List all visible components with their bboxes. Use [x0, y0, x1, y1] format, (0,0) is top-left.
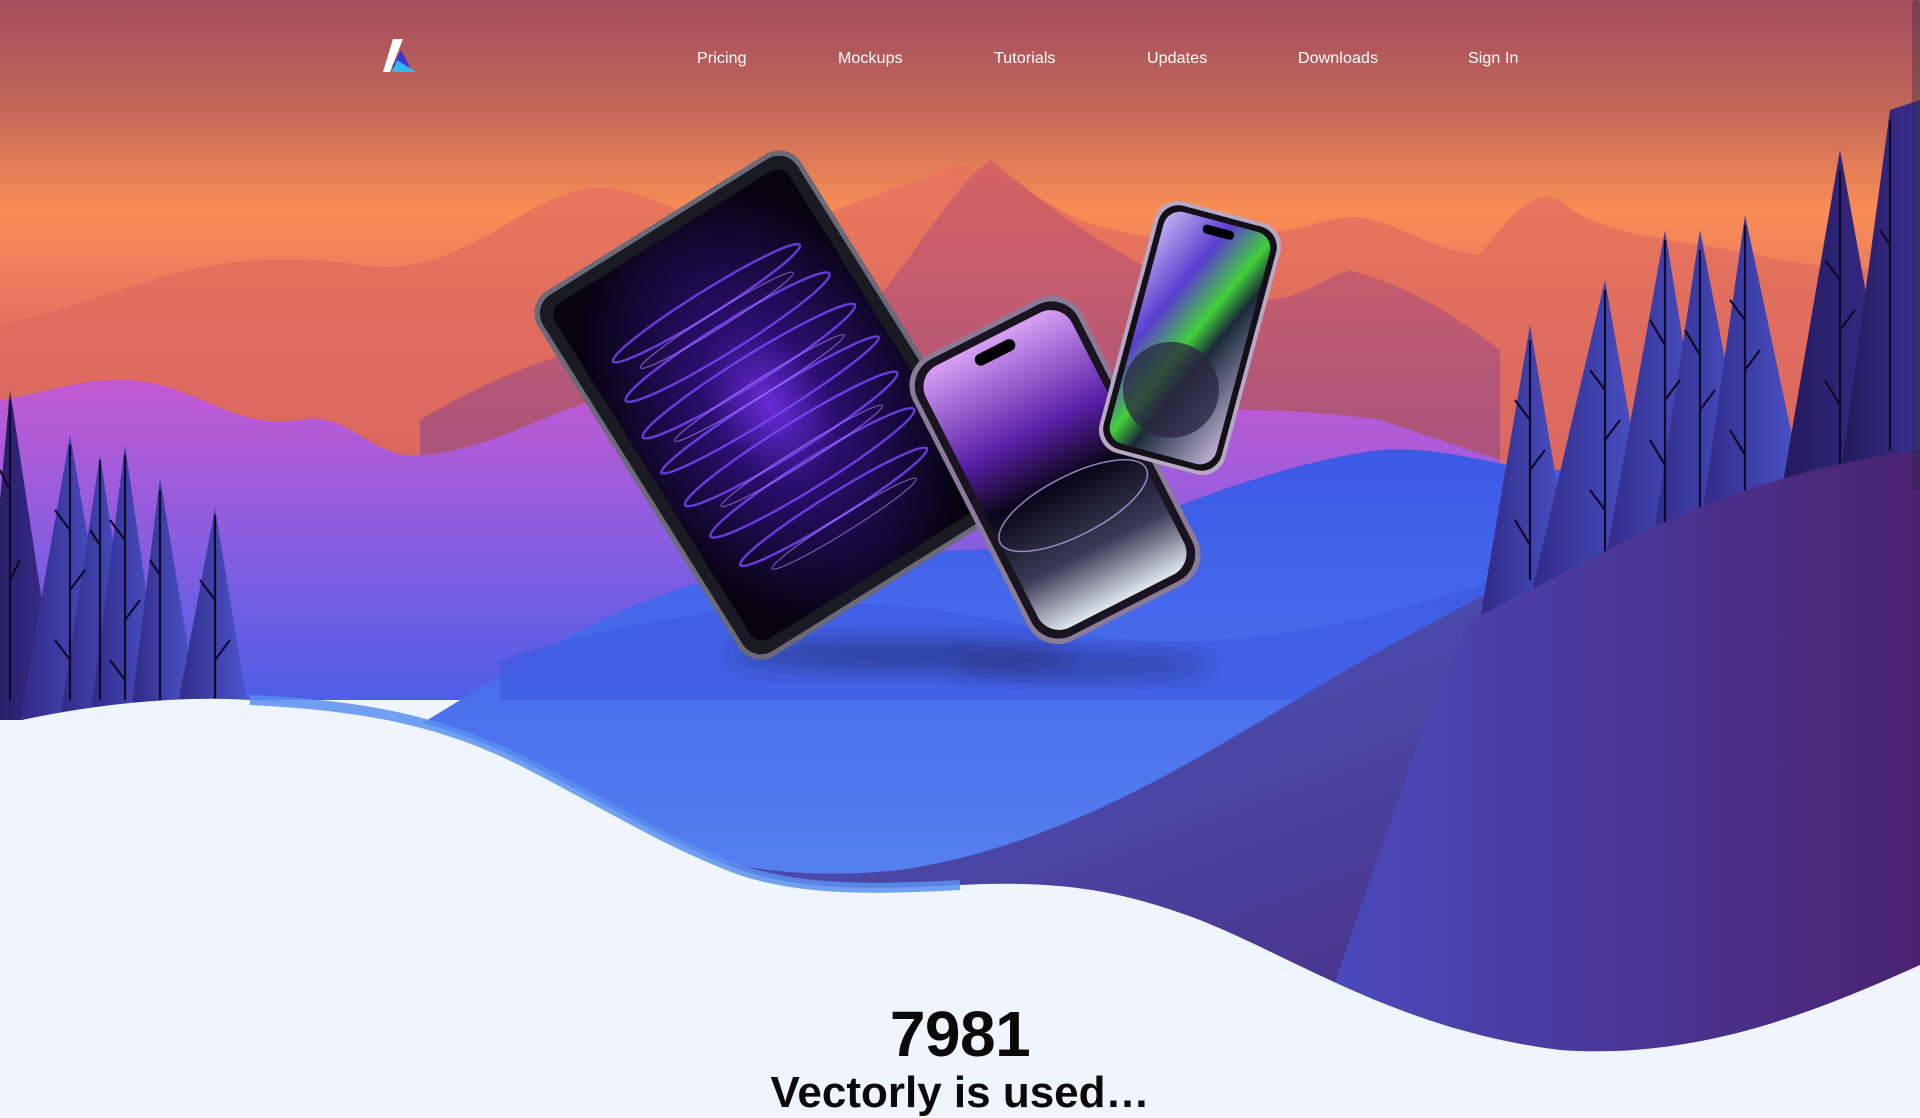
nav-sign-in[interactable]: Sign In	[1468, 50, 1519, 68]
nav-tutorials[interactable]: Tutorials	[994, 50, 1056, 68]
triangle-logo-icon[interactable]	[380, 36, 420, 76]
stat-number: 7981	[889, 998, 1031, 1070]
stat-caption: Vectorly is used…	[770, 1068, 1150, 1117]
nav-mockups[interactable]: Mockups	[838, 50, 903, 68]
page-scrollbar[interactable]	[1912, 0, 1920, 490]
nav-downloads[interactable]: Downloads	[1298, 50, 1378, 68]
hero-illustration	[0, 0, 1920, 1080]
stats-section: 7981	[0, 995, 1920, 1073]
nav-updates[interactable]: Updates	[1147, 50, 1207, 68]
top-navigation: Pricing Mockups Tutorials Updates Downlo…	[0, 0, 1920, 120]
nav-pricing[interactable]: Pricing	[697, 50, 747, 68]
